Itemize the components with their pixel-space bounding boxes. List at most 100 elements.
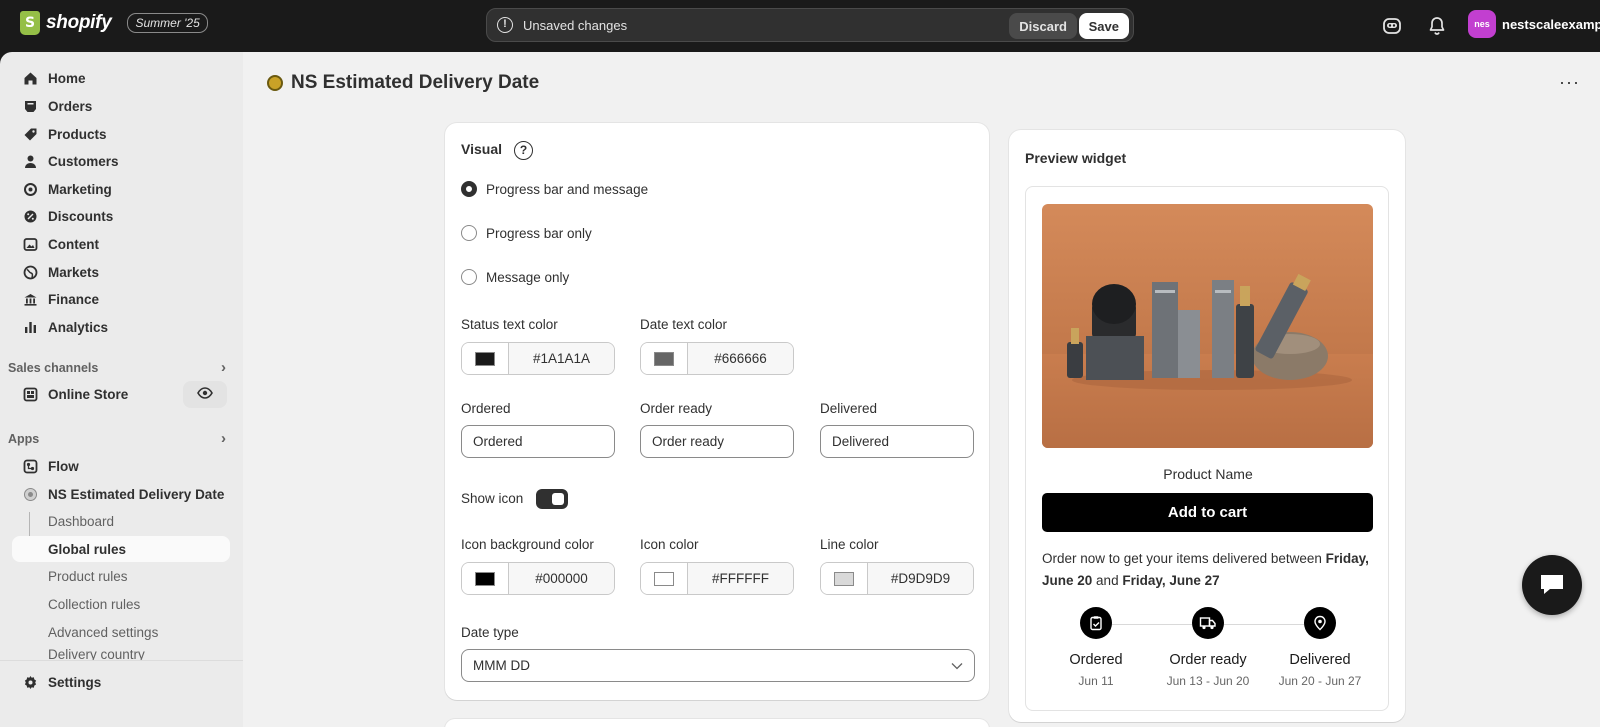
radio-progress-bar-only[interactable]: Progress bar only <box>461 225 592 241</box>
preview-heading: Preview widget <box>1025 150 1127 166</box>
hex-input[interactable]: #000000 <box>509 563 614 594</box>
icon-color-field[interactable]: #FFFFFF <box>640 562 794 595</box>
sidebar-item-label: Online Store <box>48 387 129 402</box>
icon-background-color-field[interactable]: #000000 <box>461 562 615 595</box>
sidebar-sub-label: Product rules <box>48 568 128 584</box>
next-card <box>445 719 989 727</box>
sidebar-item-customers[interactable]: Customers <box>12 148 230 175</box>
app-icon <box>22 487 38 503</box>
help-icon[interactable]: ? <box>514 141 533 160</box>
apps-header[interactable]: Apps › <box>8 430 226 447</box>
sidebar-item-orders[interactable]: Orders <box>12 93 230 120</box>
radio-dot[interactable] <box>461 269 477 285</box>
color-swatch <box>475 351 495 366</box>
status-text-color-field[interactable]: #1A1A1A <box>461 342 615 375</box>
eye-icon <box>197 387 213 402</box>
radio-message-only[interactable]: Message only <box>461 269 569 285</box>
logo-text: shopify <box>46 12 112 33</box>
save-button[interactable]: Save <box>1078 13 1129 39</box>
sidebar: Home Orders Products Customers Marketing… <box>0 52 243 727</box>
color-swatch <box>475 571 495 586</box>
step-date: Jun 11 <box>1078 674 1114 688</box>
sidebar-item-label: Home <box>48 71 86 86</box>
more-actions-icon[interactable]: ··· <box>1559 72 1580 93</box>
sidebar-sub-advanced-settings[interactable]: Advanced settings <box>12 619 230 645</box>
unsaved-message: Unsaved changes <box>523 18 628 33</box>
sales-channels-header[interactable]: Sales channels › <box>8 359 226 376</box>
radio-dot[interactable] <box>461 225 477 241</box>
date-text-color-field[interactable]: #666666 <box>640 342 794 375</box>
home-icon <box>22 71 38 87</box>
sidebar-sub-dashboard[interactable]: Dashboard <box>12 508 230 534</box>
step-delivered: Delivered Jun 20 - Jun 27 <box>1265 607 1375 688</box>
sidebar-sub-collection-rules[interactable]: Collection rules <box>12 591 230 617</box>
sidebar-item-home[interactable]: Home <box>12 65 230 92</box>
sidebar-sub-product-rules[interactable]: Product rules <box>12 563 230 589</box>
date-text-color-label: Date text color <box>640 317 728 332</box>
ordered-input[interactable] <box>461 425 615 458</box>
sidebar-item-ns-estimated-delivery-date[interactable]: NS Estimated Delivery Date <box>12 481 230 508</box>
preview-widget: Product Name Add to cart Order now to ge… <box>1025 186 1389 711</box>
sidebar-item-markets[interactable]: Markets <box>12 259 230 286</box>
color-swatch-button[interactable] <box>462 563 509 594</box>
icon-background-color-label: Icon background color <box>461 537 594 552</box>
sidebar-sub-delivery-country[interactable]: Delivery country <box>12 646 230 660</box>
sidebar-sub-label: Delivery country <box>48 647 145 660</box>
hex-input[interactable]: #D9D9D9 <box>868 563 973 594</box>
sidebar-item-discounts[interactable]: Discounts <box>12 203 230 230</box>
shopify-bag-icon <box>20 11 40 35</box>
color-swatch <box>654 571 674 586</box>
sidebar-item-products[interactable]: Products <box>12 121 230 148</box>
sidebar-divider <box>0 660 243 661</box>
color-swatch-button[interactable] <box>641 343 688 374</box>
sidebar-item-label: Content <box>48 237 99 252</box>
date-type-select[interactable]: MMM DD <box>461 649 975 682</box>
sidebar-item-marketing[interactable]: Marketing <box>12 176 230 203</box>
store-menu[interactable]: nes nestscaleexample <box>1468 10 1600 38</box>
main-content: NS Estimated Delivery Date ··· Visual ? … <box>243 52 1600 727</box>
tag-icon <box>22 127 38 143</box>
sidebar-item-settings[interactable]: Settings <box>12 669 230 696</box>
hex-input[interactable]: #1A1A1A <box>509 343 614 374</box>
delivery-end-date: Friday, June 27 <box>1122 573 1220 588</box>
color-swatch-button[interactable] <box>462 343 509 374</box>
sidebar-item-label: Marketing <box>48 182 112 197</box>
order-ready-input[interactable] <box>640 425 794 458</box>
view-store-button[interactable] <box>183 381 227 408</box>
show-icon-label: Show icon <box>461 491 524 506</box>
sidebar-sub-global-rules[interactable]: Global rules <box>12 536 230 562</box>
chart-icon <box>22 320 38 336</box>
delivered-input[interactable] <box>820 425 974 458</box>
truck-icon <box>1192 607 1224 639</box>
sidebar-item-finance[interactable]: Finance <box>12 286 230 313</box>
sidekick-icon[interactable] <box>1381 15 1403 37</box>
sidebar-sub-label: Global rules <box>48 541 127 557</box>
discard-button[interactable]: Discard <box>1009 13 1077 39</box>
add-to-cart-button[interactable]: Add to cart <box>1042 493 1373 532</box>
sidebar-item-label: Customers <box>48 154 119 169</box>
sidebar-item-flow[interactable]: Flow <box>12 453 230 480</box>
edition-badge[interactable]: Summer '25 <box>127 13 208 33</box>
store-icon <box>22 387 38 403</box>
radio-dot-selected[interactable] <box>461 181 477 197</box>
hex-input[interactable]: #666666 <box>688 343 793 374</box>
chat-button[interactable] <box>1522 555 1582 615</box>
visual-heading: Visual <box>461 141 502 157</box>
sidebar-item-analytics[interactable]: Analytics <box>12 314 230 341</box>
sidebar-item-label: NS Estimated Delivery Date <box>48 487 225 502</box>
color-swatch <box>834 571 854 586</box>
bell-icon[interactable] <box>1426 15 1448 37</box>
gear-icon <box>22 675 38 691</box>
radio-progress-bar-and-message[interactable]: Progress bar and message <box>461 181 648 197</box>
show-icon-toggle[interactable] <box>536 489 568 509</box>
line-color-field[interactable]: #D9D9D9 <box>820 562 974 595</box>
sidebar-item-content[interactable]: Content <box>12 231 230 258</box>
visual-settings-card: Visual ? Progress bar and message Progre… <box>445 123 989 700</box>
color-swatch-button[interactable] <box>641 563 688 594</box>
step-date: Jun 13 - Jun 20 <box>1166 674 1250 688</box>
sidebar-item-label: Settings <box>48 675 102 690</box>
hex-input[interactable]: #FFFFFF <box>688 563 793 594</box>
shopify-logo[interactable]: shopify Summer '25 <box>20 11 208 35</box>
section-label: Apps <box>8 431 40 446</box>
color-swatch-button[interactable] <box>821 563 868 594</box>
